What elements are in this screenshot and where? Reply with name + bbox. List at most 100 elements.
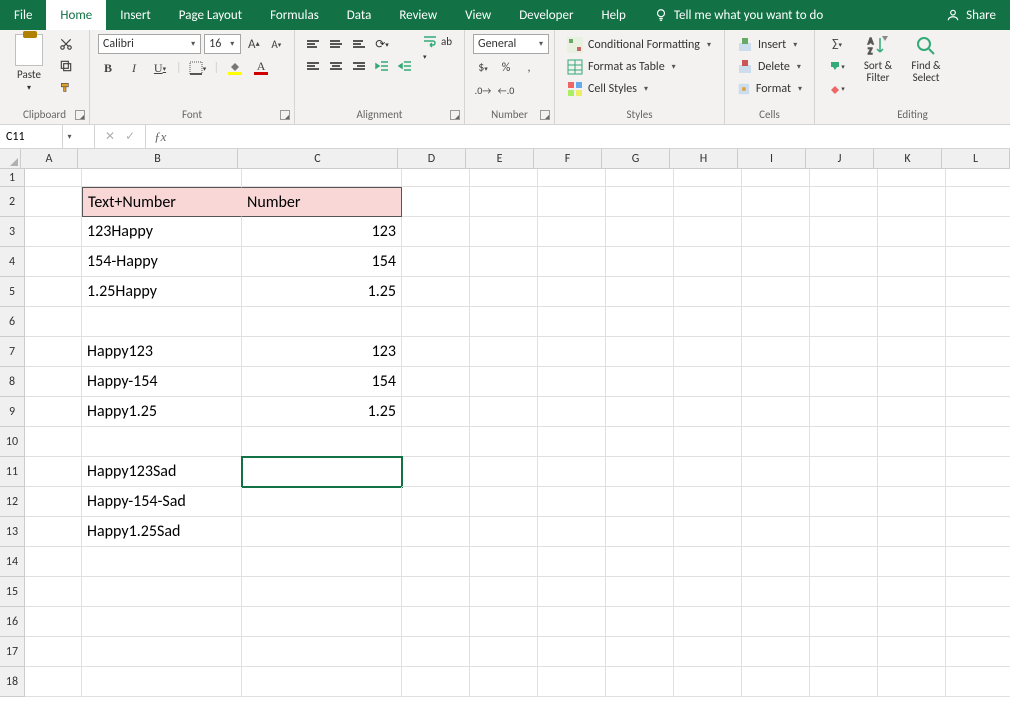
cell[interactable] [402,277,470,307]
cell[interactable] [606,307,674,337]
name-box[interactable]: ▾ [0,125,95,148]
number-dialog-launcher[interactable] [540,110,550,120]
conditional-formatting-button[interactable]: Conditional Formatting▾ [563,34,716,56]
cell[interactable] [742,187,810,217]
cell[interactable] [402,637,470,667]
cell[interactable]: Number [242,187,402,217]
cell[interactable] [946,337,1010,367]
cell[interactable] [402,397,470,427]
cell[interactable] [242,487,402,517]
col-header-F[interactable]: F [534,149,602,169]
tab-insert[interactable]: Insert [106,0,165,30]
cell[interactable] [470,637,538,667]
cell[interactable] [606,517,674,547]
cell[interactable] [946,187,1010,217]
cell[interactable] [82,307,242,337]
bold-button[interactable]: B [98,58,118,78]
cell[interactable] [742,277,810,307]
decrease-decimal-button[interactable]: ←.0 [496,80,516,100]
row-header[interactable]: 2 [0,187,25,217]
cell[interactable] [674,667,742,697]
cell[interactable] [674,217,742,247]
cell[interactable] [470,277,538,307]
cell[interactable] [606,217,674,247]
cell[interactable] [25,547,82,577]
cell[interactable] [25,247,82,277]
cell[interactable] [470,427,538,457]
increase-decimal-button[interactable]: .0→ [473,80,493,100]
cell[interactable]: Happy-154-Sad [82,487,242,517]
cell[interactable] [402,169,470,187]
format-cells-button[interactable]: Format▾ [733,78,806,100]
row-header[interactable]: 14 [0,547,25,577]
currency-button[interactable]: $▾ [473,58,493,78]
cell[interactable] [946,517,1010,547]
wrap-text-button[interactable]: ab [423,34,452,48]
font-dialog-launcher[interactable] [280,110,290,120]
cell[interactable]: 154-Happy [82,247,242,277]
cell[interactable] [470,337,538,367]
copy-button[interactable] [56,56,76,76]
clear-button[interactable]: ▾ [823,78,851,98]
cell[interactable] [878,577,946,607]
cell[interactable] [946,169,1010,187]
cell[interactable] [606,367,674,397]
insert-cells-button[interactable]: Insert▾ [733,34,806,56]
tab-page-layout[interactable]: Page Layout [165,0,256,30]
cell[interactable] [810,607,878,637]
cell[interactable] [606,487,674,517]
tab-view[interactable]: View [451,0,505,30]
cell[interactable] [242,457,402,487]
cell[interactable] [82,607,242,637]
cell[interactable] [470,547,538,577]
cell[interactable] [538,487,606,517]
cell[interactable] [606,397,674,427]
cell[interactable] [946,667,1010,697]
percent-button[interactable]: % [496,58,516,78]
cell[interactable] [742,487,810,517]
cell[interactable] [242,637,402,667]
cell[interactable] [810,367,878,397]
row-header[interactable]: 17 [0,637,25,667]
cell[interactable] [946,577,1010,607]
cell[interactable] [810,487,878,517]
align-bottom-button[interactable] [349,34,369,54]
cell[interactable] [742,307,810,337]
cell[interactable] [810,247,878,277]
border-button[interactable]: ▾ [188,58,208,78]
cell[interactable] [674,367,742,397]
cell[interactable] [538,577,606,607]
cell[interactable]: Happy1.25 [82,397,242,427]
format-painter-button[interactable] [56,78,76,98]
cell[interactable] [82,577,242,607]
cell[interactable] [674,187,742,217]
col-header-C[interactable]: C [238,149,398,169]
cell[interactable] [470,667,538,697]
cell[interactable] [242,577,402,607]
cell[interactable]: 123 [242,217,402,247]
cell[interactable] [538,547,606,577]
cell[interactable] [25,457,82,487]
cell[interactable] [878,667,946,697]
row-header[interactable]: 6 [0,307,25,337]
paste-button[interactable]: Paste ▾ [8,34,50,93]
cell[interactable] [606,457,674,487]
cell[interactable] [470,457,538,487]
share-button[interactable]: Share [932,0,1010,30]
cell[interactable] [946,307,1010,337]
cell[interactable] [742,247,810,277]
cell[interactable] [674,307,742,337]
align-middle-button[interactable] [326,34,346,54]
cell[interactable] [470,487,538,517]
cell[interactable]: Happy1.25Sad [82,517,242,547]
tab-home[interactable]: Home [46,0,106,30]
cell[interactable] [674,487,742,517]
cell[interactable] [878,637,946,667]
cell[interactable] [82,547,242,577]
cell[interactable] [878,367,946,397]
row-header[interactable]: 15 [0,577,25,607]
cell[interactable] [878,247,946,277]
cell[interactable] [538,637,606,667]
tab-developer[interactable]: Developer [505,0,587,30]
italic-button[interactable]: I [124,58,144,78]
